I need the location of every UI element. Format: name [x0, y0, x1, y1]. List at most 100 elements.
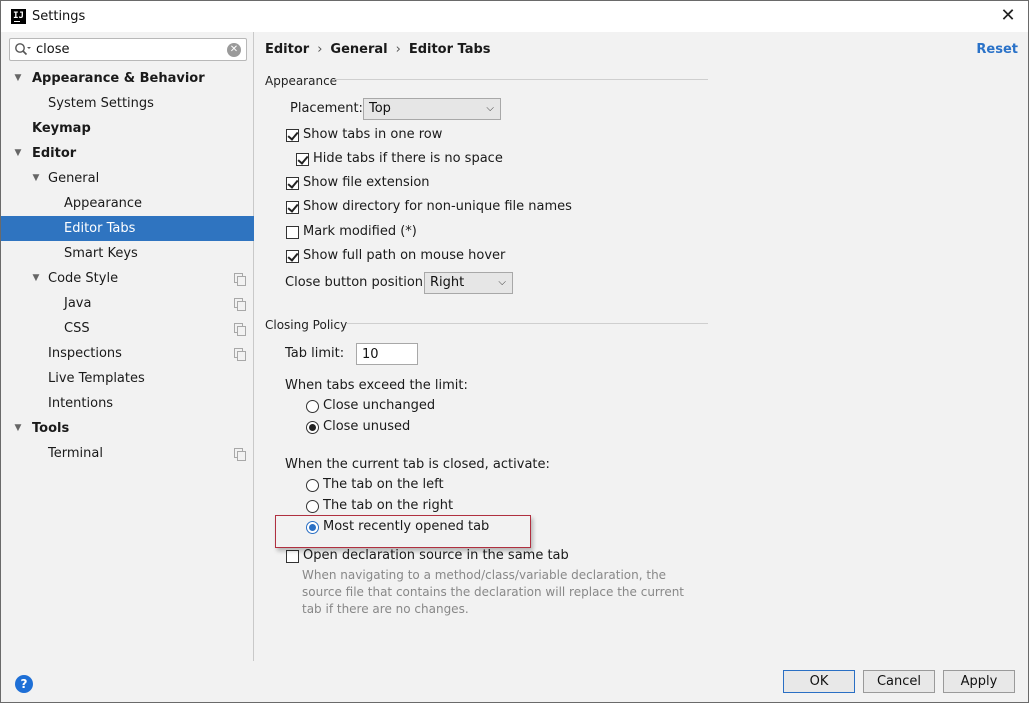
show-directory-checkbox[interactable] — [286, 201, 299, 214]
tab-on-left-radio[interactable] — [306, 479, 319, 492]
project-scope-icon — [234, 298, 246, 311]
show-tabs-one-row-label[interactable]: Show tabs in one row — [303, 127, 442, 142]
settings-window: IJ Settings ✕ ✕ ▼ Appearance & Behavior … — [0, 0, 1029, 703]
sidebar-item-label: Inspections — [48, 346, 122, 361]
hide-tabs-no-space-label[interactable]: Hide tabs if there is no space — [313, 151, 503, 166]
close-button-position-select[interactable]: Right ⌵ — [424, 272, 513, 294]
sidebar-item-editor[interactable]: ▼ Editor — [1, 141, 254, 166]
chevron-down-icon[interactable]: ▼ — [12, 141, 24, 166]
section-divider — [347, 323, 708, 324]
sidebar-item-label: Terminal — [48, 446, 103, 461]
breadcrumb-item: General — [330, 42, 388, 57]
sidebar-item-css[interactable]: CSS — [1, 316, 254, 341]
tab-on-left-label[interactable]: The tab on the left — [323, 477, 444, 492]
placement-label: Placement: — [290, 101, 363, 116]
window-title: Settings — [32, 9, 86, 24]
cancel-button[interactable]: Cancel — [863, 670, 935, 693]
search-input[interactable] — [36, 41, 226, 58]
sidebar-item-system-settings[interactable]: System Settings — [1, 91, 254, 116]
sidebar-item-code-style[interactable]: ▼ Code Style — [1, 266, 254, 291]
placement-select[interactable]: Top ⌵ — [363, 98, 501, 120]
sidebar-item-appearance[interactable]: Appearance — [1, 191, 254, 216]
sidebar-item-terminal[interactable]: Terminal — [1, 441, 254, 466]
annotation-highlight-box — [275, 515, 531, 548]
show-tabs-one-row-checkbox[interactable] — [286, 129, 299, 142]
sidebar-item-label: General — [48, 171, 100, 186]
sidebar-item-inspections[interactable]: Inspections — [1, 341, 254, 366]
tab-on-right-radio[interactable] — [306, 500, 319, 513]
open-declaration-description: When navigating to a method/class/variab… — [302, 568, 685, 616]
sidebar-item-appearance-behavior[interactable]: ▼ Appearance & Behavior — [1, 66, 254, 91]
sidebar-item-label: Tools — [32, 421, 70, 436]
sidebar-item-label: Appearance & Behavior — [32, 71, 205, 86]
intellij-app-icon: IJ — [11, 9, 26, 24]
search-field[interactable]: ✕ — [9, 38, 247, 61]
chevron-down-icon[interactable]: ▼ — [30, 266, 42, 291]
section-divider — [335, 79, 708, 80]
close-unused-label[interactable]: Close unused — [323, 419, 410, 434]
sidebar-item-intentions[interactable]: Intentions — [1, 391, 254, 416]
reset-link[interactable]: Reset — [976, 42, 1018, 57]
sidebar-item-live-templates[interactable]: Live Templates — [1, 366, 254, 391]
sidebar-item-label: Editor — [32, 146, 77, 161]
placement-value: Top — [369, 101, 391, 116]
breadcrumb: Editor › General › Editor Tabs — [265, 42, 491, 57]
sidebar-item-label: Appearance — [64, 196, 143, 211]
close-unchanged-label[interactable]: Close unchanged — [323, 398, 435, 413]
section-title-appearance: Appearance — [265, 74, 338, 88]
breadcrumb-separator: › — [395, 42, 401, 57]
apply-button[interactable]: Apply — [943, 670, 1015, 693]
tab-limit-label: Tab limit: — [285, 346, 345, 361]
close-window-icon[interactable]: ✕ — [998, 6, 1018, 26]
breadcrumb-separator: › — [317, 42, 323, 57]
tab-on-right-label[interactable]: The tab on the right — [323, 498, 453, 513]
close-unused-radio[interactable] — [306, 421, 319, 434]
project-scope-icon — [234, 348, 246, 361]
hide-tabs-no-space-checkbox[interactable] — [296, 153, 309, 166]
sidebar-item-editor-tabs[interactable]: Editor Tabs — [1, 216, 254, 241]
chevron-down-icon[interactable]: ▼ — [12, 66, 24, 91]
close-button-position-value: Right — [430, 275, 465, 290]
sidebar-item-smart-keys[interactable]: Smart Keys — [1, 241, 254, 266]
chevron-down-icon[interactable]: ▼ — [12, 416, 24, 441]
chevron-down-icon[interactable]: ▼ — [30, 166, 42, 191]
search-icon[interactable] — [14, 42, 32, 58]
show-file-extension-label[interactable]: Show file extension — [303, 175, 430, 190]
sidebar-item-label: Editor Tabs — [64, 221, 136, 236]
settings-sidebar: ✕ ▼ Appearance & Behavior System Setting… — [1, 32, 254, 661]
sidebar-item-keymap[interactable]: Keymap — [1, 116, 254, 141]
show-directory-label[interactable]: Show directory for non-unique file names — [303, 199, 572, 214]
exceed-limit-label: When tabs exceed the limit: — [285, 378, 468, 393]
chevron-down-icon: ⌵ — [486, 103, 494, 114]
sidebar-item-label: Smart Keys — [64, 246, 138, 261]
sidebar-item-label: CSS — [64, 321, 90, 336]
sidebar-item-label: Live Templates — [48, 371, 145, 386]
sidebar-item-java[interactable]: Java — [1, 291, 254, 316]
close-button-position-label: Close button position: — [285, 275, 428, 290]
breadcrumb-item: Editor — [265, 42, 310, 57]
project-scope-icon — [234, 273, 246, 286]
title-bar: IJ Settings ✕ — [1, 1, 1028, 32]
sidebar-item-label: Intentions — [48, 396, 114, 411]
mark-modified-checkbox[interactable] — [286, 226, 299, 239]
chevron-down-icon: ⌵ — [498, 277, 506, 288]
show-full-path-label[interactable]: Show full path on mouse hover — [303, 248, 505, 263]
show-file-extension-checkbox[interactable] — [286, 177, 299, 190]
section-title-closing-policy: Closing Policy — [265, 318, 348, 332]
open-declaration-label[interactable]: Open declaration source in the same tab — [303, 548, 569, 563]
mark-modified-label[interactable]: Mark modified (*) — [303, 224, 417, 239]
close-unchanged-radio[interactable] — [306, 400, 319, 413]
breadcrumb-item: Editor Tabs — [408, 42, 491, 57]
tab-limit-input[interactable] — [356, 343, 418, 365]
project-scope-icon — [234, 448, 246, 461]
sidebar-item-label: Code Style — [48, 271, 119, 286]
activate-label: When the current tab is closed, activate… — [285, 457, 550, 472]
sidebar-item-label: System Settings — [48, 96, 154, 111]
ok-button[interactable]: OK — [783, 670, 855, 693]
sidebar-item-general[interactable]: ▼ General — [1, 166, 254, 191]
sidebar-item-tools[interactable]: ▼ Tools — [1, 416, 254, 441]
clear-search-icon[interactable]: ✕ — [227, 43, 241, 57]
open-declaration-checkbox[interactable] — [286, 550, 299, 563]
help-icon[interactable]: ? — [15, 675, 33, 693]
show-full-path-checkbox[interactable] — [286, 250, 299, 263]
